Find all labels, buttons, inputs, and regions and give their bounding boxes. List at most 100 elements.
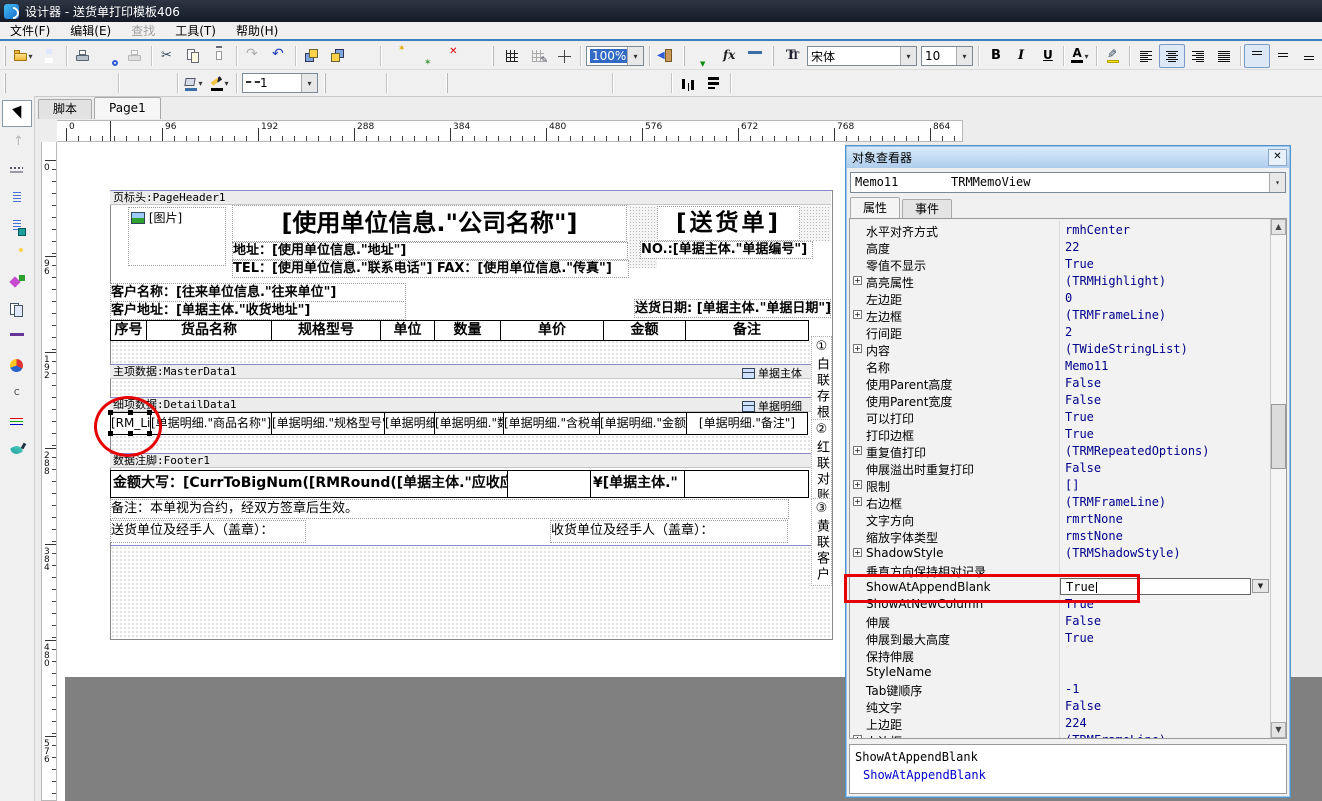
property-row-12[interactable]: 打印边框True: [850, 425, 1270, 443]
print-preview-button[interactable]: [96, 44, 122, 68]
object-selector-combo[interactable]: Memo11 TRMMemoView ▾: [850, 172, 1286, 193]
address-memo[interactable]: 地址：[使用单位信息."地址"]: [232, 242, 628, 260]
underline-button[interactable]: [1034, 44, 1060, 68]
detail-cell-5[interactable]: [单据明细."含税单价"]: [503, 412, 600, 435]
open-button[interactable]: ▾: [11, 44, 37, 68]
valign-bottom-button[interactable]: [1296, 44, 1322, 68]
property-row-10[interactable]: 使用Parent宽度False: [850, 391, 1270, 409]
inspector-tab-events[interactable]: 事件: [902, 199, 952, 218]
property-row-2[interactable]: 零值不显示True: [850, 255, 1270, 273]
property-row-15[interactable]: +限制[]: [850, 476, 1270, 494]
property-row-19[interactable]: +ShadowStyle(TRMShadowStyle): [850, 544, 1270, 562]
font-name-combo[interactable]: 宋体▾: [807, 46, 917, 66]
table-header-cell-4[interactable]: 数量: [434, 320, 501, 341]
band-masterdata[interactable]: 主项数据:MasterData1: [110, 364, 831, 379]
table-header-cell-3[interactable]: 单位: [380, 320, 435, 341]
property-row-9[interactable]: 使用Parent高度False: [850, 374, 1270, 392]
frame-all-button[interactable]: [122, 71, 148, 95]
font-name-icon-button[interactable]: [779, 44, 805, 68]
menu-help[interactable]: 帮助(H): [226, 21, 288, 40]
property-row-13[interactable]: +重复值打印(TRMRepeatedOptions): [850, 442, 1270, 460]
font-color-button[interactable]: ▾: [1067, 44, 1093, 68]
property-row-4[interactable]: 左边距0: [850, 289, 1270, 307]
property-row-6[interactable]: 行间距2: [850, 323, 1270, 341]
property-row-30[interactable]: +上边框(TRMFrameLine): [850, 731, 1270, 739]
scroll-thumb[interactable]: [1271, 404, 1286, 469]
property-row-29[interactable]: 上边距224: [850, 714, 1270, 732]
expand-icon[interactable]: +: [853, 548, 862, 557]
property-row-24[interactable]: 伸展到最大高度True: [850, 629, 1270, 647]
align-left-button[interactable]: [1133, 44, 1159, 68]
detail-cell-1[interactable]: [单据明细."商品名称"]: [150, 412, 272, 435]
expand-icon[interactable]: +: [853, 735, 862, 739]
property-row-7[interactable]: +内容(TWideStringList): [850, 340, 1270, 358]
insert-chart-button[interactable]: [2, 352, 32, 379]
band-detaildata[interactable]: 细项数据:DetailData1: [110, 397, 831, 412]
picture-element[interactable]: [图片]: [128, 207, 226, 266]
customer-addr-memo[interactable]: 客户地址：[单据主体."收货地址"]: [110, 301, 406, 320]
undo-button[interactable]: [266, 44, 292, 68]
frame-bottom-button[interactable]: [37, 71, 63, 95]
property-row-17[interactable]: 文字方向rmrtNone: [850, 510, 1270, 528]
blank-page-button[interactable]: [462, 44, 488, 68]
scroll-up-button[interactable]: ▲: [1271, 219, 1286, 235]
print-button[interactable]: [70, 44, 96, 68]
detail-cell-2[interactable]: [单据明细."规格型号"]: [271, 412, 385, 435]
scrollbar[interactable]: ▲ ▼: [1270, 219, 1286, 738]
cut-button[interactable]: [155, 44, 181, 68]
delete-page-button[interactable]: [436, 44, 462, 68]
property-row-1[interactable]: 高度22: [850, 238, 1270, 256]
doc-title-memo[interactable]: [送货单]: [657, 206, 800, 241]
insert-diagram-button[interactable]: [2, 268, 32, 295]
select-cursor-button[interactable]: [2, 100, 32, 127]
insert-page-button[interactable]: [410, 44, 436, 68]
frame-top-button[interactable]: [11, 71, 37, 95]
new-page-button[interactable]: [384, 44, 410, 68]
grid-cells-button[interactable]: [551, 44, 577, 68]
property-dropdown-button[interactable]: ▼: [1252, 579, 1269, 593]
property-row-18[interactable]: 缩放字体类型rmstNone: [850, 527, 1270, 545]
dialog-form-button[interactable]: [742, 44, 768, 68]
tab-script[interactable]: 脚本: [38, 99, 92, 119]
band-pageheader[interactable]: 页标头:PageHeader1: [110, 190, 831, 205]
sign-left-memo[interactable]: 送货单位及经手人（盖章）：: [110, 520, 306, 543]
description-link[interactable]: ShowAtAppendBlank: [863, 768, 986, 782]
property-row-14[interactable]: 伸展溢出时重复打印False: [850, 459, 1270, 477]
insert-picture-button[interactable]: [2, 240, 32, 267]
remark-memo[interactable]: 备注：本单视为合约，经双方签章后生效。: [110, 499, 789, 519]
fill-color-button[interactable]: ▾: [181, 71, 207, 95]
property-row-26[interactable]: StyleName: [850, 663, 1270, 681]
property-row-11[interactable]: 可以打印True: [850, 408, 1270, 426]
paste-button[interactable]: [207, 44, 233, 68]
menu-file[interactable]: 文件(F): [0, 21, 60, 40]
property-row-3[interactable]: +高亮属性(TRMHighlight): [850, 272, 1270, 290]
combo-arrow-button[interactable]: ▾: [301, 74, 317, 92]
copy-stub-3[interactable]: ③黄联客户: [811, 498, 832, 586]
expression-fx-button[interactable]: [716, 44, 742, 68]
delivery-date-memo[interactable]: 送货日期: [单据主体."单据日期"]: [634, 299, 831, 318]
detail-cell-3[interactable]: [单据明细."单位"]: [384, 412, 435, 435]
frame-left-button[interactable]: [63, 71, 89, 95]
property-row-16[interactable]: +右边框(TRMFrameLine): [850, 493, 1270, 511]
property-row-8[interactable]: 名称Memo11: [850, 357, 1270, 375]
font-size-combo[interactable]: 10▾: [921, 46, 973, 66]
table-header-cell-5[interactable]: 单价: [500, 320, 604, 341]
tab-page1[interactable]: Page1: [94, 97, 161, 119]
insert-band-button[interactable]: [2, 156, 32, 183]
expand-icon[interactable]: +: [853, 446, 862, 455]
insert-db-memo-button[interactable]: [2, 212, 32, 239]
inspector-tab-properties[interactable]: 属性: [850, 197, 900, 218]
frame-none-button[interactable]: [148, 71, 174, 95]
valign-top-button[interactable]: [1244, 44, 1270, 68]
zoom-combo[interactable]: 100%▾: [586, 46, 644, 66]
valign-middle-button[interactable]: [1270, 44, 1296, 68]
bring-to-front-button[interactable]: [299, 44, 325, 68]
footer-cell-3[interactable]: [684, 470, 809, 498]
insert-db-field-button[interactable]: [690, 44, 716, 68]
doc-no-memo[interactable]: NO.:[单据主体."单据编号"]: [640, 241, 813, 259]
property-row-28[interactable]: 纯文字False: [850, 697, 1270, 715]
save-button[interactable]: [37, 44, 63, 68]
insert-memo-button[interactable]: [2, 184, 32, 211]
menu-edit[interactable]: 编辑(E): [60, 21, 121, 40]
property-row-27[interactable]: Tab键顺序-1: [850, 680, 1270, 698]
